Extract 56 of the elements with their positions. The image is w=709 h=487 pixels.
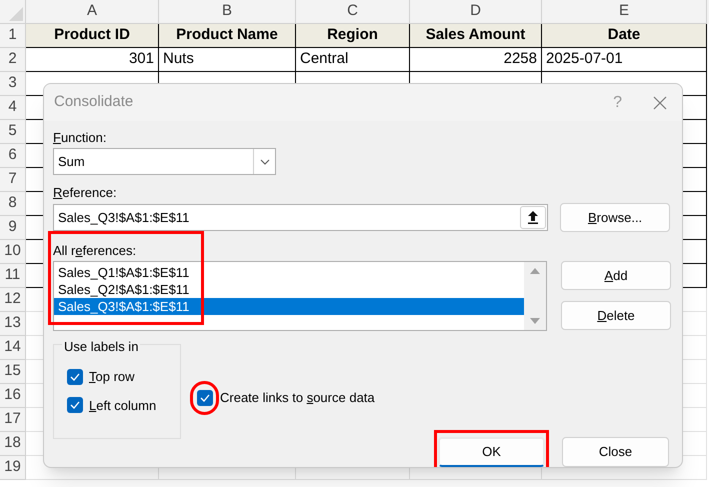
- close-icon[interactable]: [652, 94, 668, 110]
- checkmark-icon: [200, 394, 210, 402]
- row-number[interactable]: 16: [0, 384, 26, 408]
- row-number[interactable]: 13: [0, 312, 26, 336]
- row-number[interactable]: 12: [0, 288, 26, 312]
- row-number[interactable]: 19: [0, 456, 26, 480]
- ok-button[interactable]: OK: [438, 437, 545, 467]
- row-number[interactable]: 1: [0, 24, 26, 48]
- row-number[interactable]: 10: [0, 240, 26, 264]
- row-number[interactable]: 6: [0, 144, 26, 168]
- list-item[interactable]: Sales_Q1!$A$1:$E$11: [54, 264, 524, 281]
- list-item[interactable]: Sales_Q2!$A$1:$E$11: [54, 281, 524, 298]
- checkbox[interactable]: [197, 390, 213, 406]
- checkbox[interactable]: [67, 397, 83, 414]
- header-cell: Region: [296, 24, 410, 48]
- table-cell: Nuts: [159, 48, 296, 72]
- row-number[interactable]: 5: [0, 120, 26, 144]
- checkmark-icon: [70, 372, 80, 381]
- row-number[interactable]: 17: [0, 408, 26, 432]
- table-cell: Central: [296, 48, 410, 72]
- window-title: Consolidate: [54, 92, 134, 112]
- table-cell: 301: [26, 48, 159, 72]
- table-cell: 2258: [410, 48, 542, 72]
- reference-field[interactable]: Sales_Q3!$A$1:$E$11: [53, 204, 548, 231]
- action-button[interactable]: Add: [561, 261, 671, 290]
- function-dropdown[interactable]: Sum: [53, 148, 276, 175]
- checkbox[interactable]: [67, 368, 83, 385]
- row-number[interactable]: 11: [0, 264, 26, 288]
- row-number[interactable]: 8: [0, 192, 26, 216]
- action-button[interactable]: Delete: [561, 301, 671, 330]
- row-number[interactable]: 18: [0, 432, 26, 456]
- row-number[interactable]: 3: [0, 72, 26, 96]
- header-cell: Date: [542, 24, 707, 48]
- row-number[interactable]: 4: [0, 96, 26, 120]
- checkbox-label: Create links to source data: [220, 389, 375, 408]
- field-label: All references:: [53, 242, 136, 260]
- browse-button[interactable]: Browse...: [560, 203, 670, 232]
- row-number[interactable]: 2: [0, 48, 26, 72]
- field-label: Reference:: [53, 184, 117, 202]
- header-cell: Product Name: [159, 24, 296, 48]
- close-button[interactable]: Close: [562, 437, 669, 467]
- list-item[interactable]: Sales_Q3!$A$1:$E$11: [54, 298, 524, 315]
- field-label: Function:: [53, 129, 106, 147]
- header-cell: Product ID: [26, 24, 159, 48]
- checkmark-icon: [70, 401, 80, 410]
- checkbox-label: Left column: [89, 396, 156, 414]
- row-number[interactable]: 7: [0, 168, 26, 192]
- collapse-dialog-icon[interactable]: [528, 211, 538, 224]
- row-number[interactable]: 15: [0, 360, 26, 384]
- checkbox-label: Top row: [89, 368, 135, 386]
- table-cell: 2025-07-01: [542, 48, 707, 72]
- header-cell: Sales Amount: [410, 24, 542, 48]
- chevron-down-icon: [260, 158, 270, 164]
- row-number[interactable]: 14: [0, 336, 26, 360]
- row-number[interactable]: 9: [0, 216, 26, 240]
- references-listbox[interactable]: Sales_Q1!$A$1:$E$11 Sales_Q2!$A$1:$E$11 Sales_Q3!$A$1:$E$11: [53, 261, 547, 331]
